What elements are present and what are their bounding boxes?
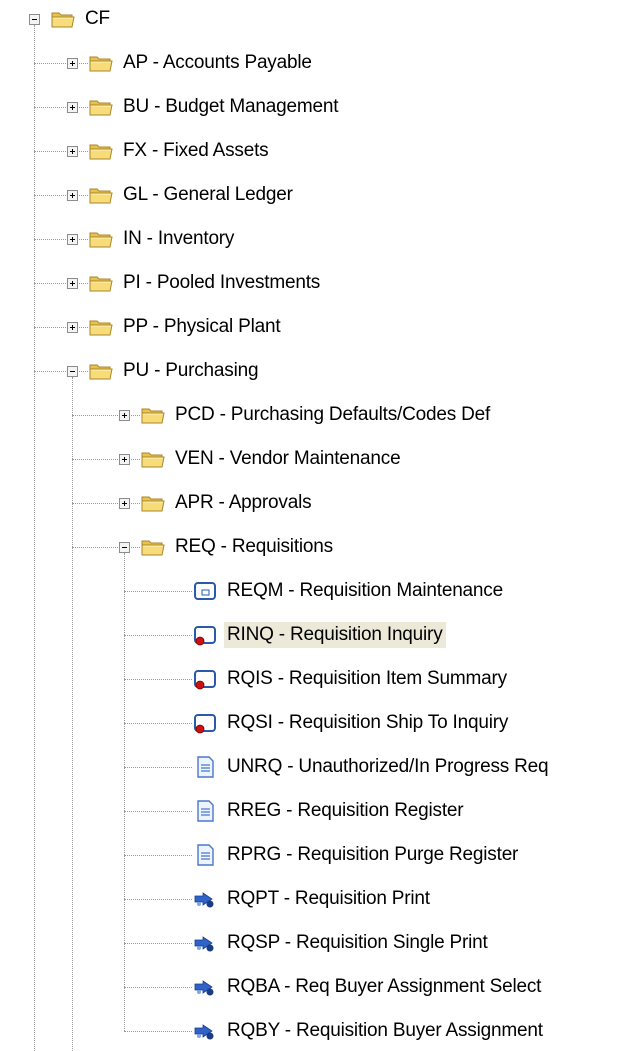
node-label: IN - Inventory xyxy=(123,228,235,249)
report-icon xyxy=(192,844,218,866)
folder-icon xyxy=(88,272,114,294)
node-label: AP - Accounts Payable xyxy=(123,52,312,73)
expand-toggle[interactable] xyxy=(67,146,78,157)
process-icon xyxy=(192,1020,218,1042)
tree-node-submodule[interactable]: PCD - Purchasing Defaults/Codes Def xyxy=(0,400,627,430)
node-label: RQSP - Requisition Single Print xyxy=(227,932,488,953)
tree-node-submodule[interactable]: VEN - Vendor Maintenance xyxy=(0,444,627,474)
process-icon xyxy=(192,932,218,954)
folder-icon xyxy=(88,316,114,338)
node-label: UNRQ - Unauthorized/In Progress Req xyxy=(227,756,549,777)
node-label: APR - Approvals xyxy=(175,492,312,513)
node-label: PI - Pooled Investments xyxy=(123,272,321,293)
expand-toggle[interactable] xyxy=(119,410,130,421)
collapse-toggle[interactable] xyxy=(29,14,40,25)
node-label: REQM - Requisition Maintenance xyxy=(227,580,503,601)
inquiry-form-icon xyxy=(192,668,218,690)
tree-node-cf[interactable]: CF xyxy=(0,4,627,34)
expand-toggle[interactable] xyxy=(67,190,78,201)
folder-icon xyxy=(140,492,166,514)
tree-node-function[interactable]: RQBA - Req Buyer Assignment Select xyxy=(0,972,627,1002)
folder-icon xyxy=(88,140,114,162)
node-label: RQBA - Req Buyer Assignment Select xyxy=(227,976,542,997)
tree-node-function[interactable]: RQBY - Requisition Buyer Assignment xyxy=(0,1016,627,1046)
folder-icon xyxy=(50,8,76,30)
node-label: PCD - Purchasing Defaults/Codes Def xyxy=(175,404,491,425)
folder-icon xyxy=(88,228,114,250)
node-label: RQPT - Requisition Print xyxy=(227,888,430,909)
node-label: GL - General Ledger xyxy=(123,184,293,205)
expand-toggle[interactable] xyxy=(119,454,130,465)
folder-icon xyxy=(140,448,166,470)
menu-tree: CF AP - Accounts Payable BU - Budget Manag… xyxy=(0,0,627,1051)
folder-icon xyxy=(88,96,114,118)
node-label: FX - Fixed Assets xyxy=(123,140,269,161)
tree-node-module[interactable]: GL - General Ledger xyxy=(0,180,627,210)
tree-node-module[interactable]: FX - Fixed Assets xyxy=(0,136,627,166)
tree-node-module[interactable]: AP - Accounts Payable xyxy=(0,48,627,78)
tree-node-function[interactable]: REQM - Requisition Maintenance xyxy=(0,576,627,606)
folder-icon xyxy=(88,52,114,74)
tree-node-module[interactable]: PI - Pooled Investments xyxy=(0,268,627,298)
expand-toggle[interactable] xyxy=(67,322,78,333)
report-icon xyxy=(192,800,218,822)
folder-icon xyxy=(140,404,166,426)
node-label: PU - Purchasing xyxy=(123,360,259,381)
node-label: RQSI - Requisition Ship To Inquiry xyxy=(227,712,509,733)
node-label: BU - Budget Management xyxy=(123,96,339,117)
tree-node-function[interactable]: RQPT - Requisition Print xyxy=(0,884,627,914)
tree-node-function[interactable]: RQIS - Requisition Item Summary xyxy=(0,664,627,694)
tree-node-module[interactable]: BU - Budget Management xyxy=(0,92,627,122)
node-label: RREG - Requisition Register xyxy=(227,800,464,821)
report-icon xyxy=(192,756,218,778)
tree-node-function[interactable]: UNRQ - Unauthorized/In Progress Req xyxy=(0,752,627,782)
node-label: RQIS - Requisition Item Summary xyxy=(227,668,507,689)
expand-toggle[interactable] xyxy=(67,234,78,245)
folder-icon xyxy=(140,536,166,558)
collapse-toggle[interactable] xyxy=(119,542,130,553)
expand-toggle[interactable] xyxy=(119,498,130,509)
tree-node-module[interactable]: IN - Inventory xyxy=(0,224,627,254)
tree-node-submodule[interactable]: REQ - Requisitions xyxy=(0,532,627,562)
tree-node-function[interactable]: RINQ - Requisition Inquiry xyxy=(0,620,627,650)
tree-node-function[interactable]: RREG - Requisition Register xyxy=(0,796,627,826)
tree-node-module[interactable]: PP - Physical Plant xyxy=(0,312,627,342)
expand-toggle[interactable] xyxy=(67,102,78,113)
tree-node-function[interactable]: RQSI - Requisition Ship To Inquiry xyxy=(0,708,627,738)
node-label: VEN - Vendor Maintenance xyxy=(175,448,401,469)
inquiry-form-icon xyxy=(192,624,218,646)
tree-node-function[interactable]: RPRG - Requisition Purge Register xyxy=(0,840,627,870)
tree-node-function[interactable]: RQSP - Requisition Single Print xyxy=(0,928,627,958)
node-label: RINQ - Requisition Inquiry xyxy=(224,622,446,648)
node-label: RQBY - Requisition Buyer Assignment xyxy=(227,1020,543,1041)
node-label: CF xyxy=(85,8,110,29)
process-icon xyxy=(192,976,218,998)
form-icon xyxy=(192,580,218,602)
folder-icon xyxy=(88,360,114,382)
collapse-toggle[interactable] xyxy=(67,366,78,377)
node-label: PP - Physical Plant xyxy=(123,316,281,337)
inquiry-form-icon xyxy=(192,712,218,734)
node-label: RPRG - Requisition Purge Register xyxy=(227,844,519,865)
tree-node-submodule[interactable]: APR - Approvals xyxy=(0,488,627,518)
expand-toggle[interactable] xyxy=(67,278,78,289)
folder-icon xyxy=(88,184,114,206)
expand-toggle[interactable] xyxy=(67,58,78,69)
node-label: REQ - Requisitions xyxy=(175,536,333,557)
tree-node-module[interactable]: PU - Purchasing xyxy=(0,356,627,386)
process-icon xyxy=(192,888,218,910)
